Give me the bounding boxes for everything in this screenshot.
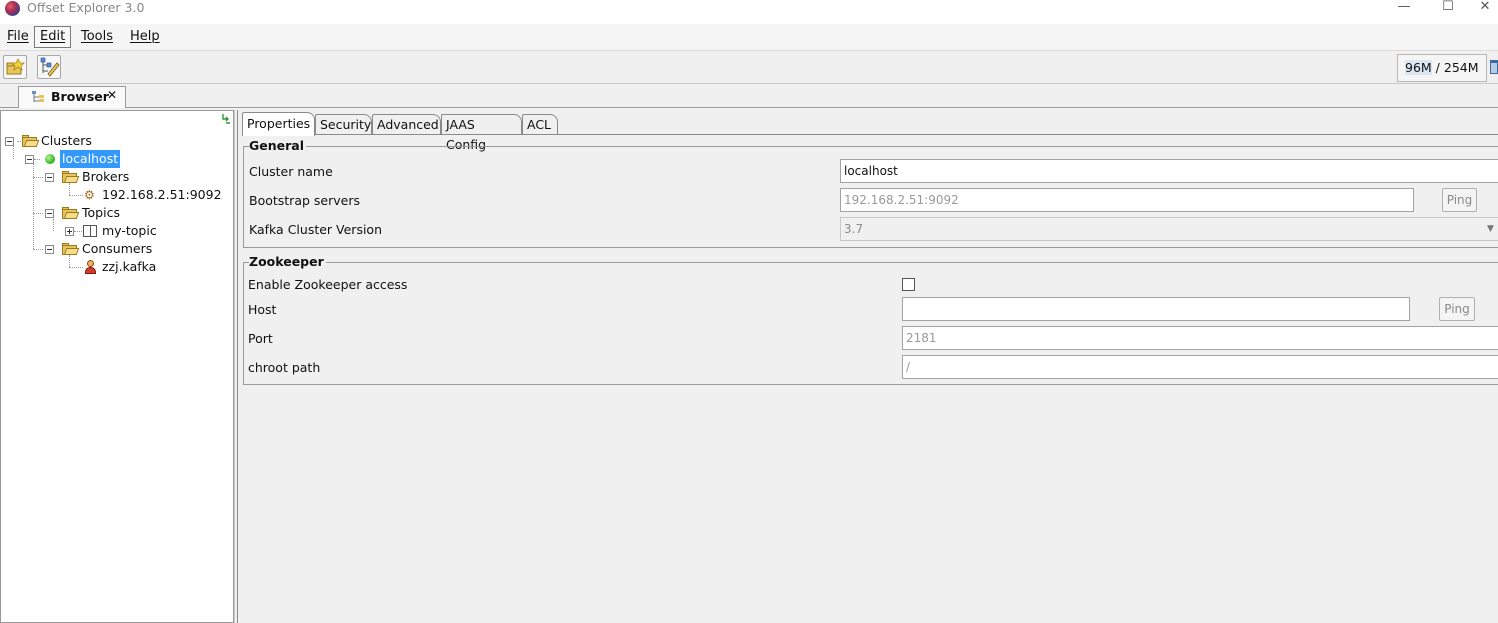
- tree-node-brokers[interactable]: Brokers: [1, 168, 233, 186]
- menu-file-label: File: [7, 29, 29, 44]
- tree-edit-icon: [40, 57, 60, 77]
- add-cluster-button[interactable]: [3, 55, 27, 79]
- collapse-toggle-icon[interactable]: [25, 155, 34, 164]
- zookeeper-port-field[interactable]: 2181: [902, 326, 1498, 350]
- collapse-toggle-icon[interactable]: [45, 245, 54, 254]
- cluster-name-field[interactable]: localhost: [840, 159, 1498, 183]
- tree-label-topic: my-topic: [102, 223, 157, 238]
- collapse-toggle-icon[interactable]: [45, 173, 54, 182]
- tab-acl[interactable]: ACL: [522, 114, 558, 135]
- chroot-path-label: chroot path: [248, 360, 321, 375]
- toolbar: 96M / 254M: [0, 52, 1498, 84]
- general-group-title: General: [249, 138, 306, 153]
- tree-label-brokers: Brokers: [82, 169, 130, 184]
- tree-label-topics: Topics: [82, 205, 120, 220]
- tab-browser[interactable]: Browser ✕: [18, 86, 126, 108]
- memory-total: 254M: [1443, 60, 1479, 75]
- memory-separator: /: [1431, 60, 1444, 75]
- menu-tools[interactable]: Tools: [76, 26, 118, 48]
- menu-bar: File Edit Tools Help: [0, 24, 1498, 51]
- menu-help[interactable]: Help: [125, 26, 165, 48]
- kafka-version-label: Kafka Cluster Version: [249, 222, 382, 237]
- tab-security[interactable]: Security: [315, 114, 372, 135]
- view-tab-strip: Browser ✕: [0, 84, 1498, 108]
- tree-node-topic[interactable]: my-topic: [1, 222, 233, 240]
- zookeeper-port-label: Port: [248, 331, 273, 346]
- tree-node-broker[interactable]: ⚙ 192.168.2.51:9092: [1, 186, 233, 204]
- consumer-user-icon: [84, 260, 96, 274]
- edit-tree-button[interactable]: [37, 55, 61, 79]
- connected-status-icon: [45, 154, 55, 164]
- tab-strip-line: [242, 134, 1498, 135]
- menu-edit[interactable]: Edit: [34, 26, 72, 48]
- minimize-button[interactable]: —: [1384, 0, 1424, 16]
- open-folder-icon: [62, 243, 80, 255]
- tree-label-consumer: zzj.kafka: [102, 259, 157, 274]
- menu-tools-label: Tools: [81, 29, 114, 44]
- window-title: Offset Explorer 3.0: [27, 0, 145, 15]
- app-icon: [5, 1, 20, 16]
- maximize-button[interactable]: ☐: [1428, 0, 1468, 16]
- tree-node-topics[interactable]: Topics: [1, 204, 233, 222]
- tab-jaas-config[interactable]: JAAS Config: [441, 114, 522, 152]
- title-bar: Offset Explorer 3.0 — ☐ ✕: [0, 0, 1498, 24]
- tree-label-broker: 192.168.2.51:9092: [102, 187, 222, 202]
- close-icon[interactable]: ✕: [107, 88, 117, 102]
- bootstrap-ping-button[interactable]: Ping: [1442, 188, 1477, 212]
- tree-node-clusters[interactable]: Clusters: [1, 132, 233, 150]
- menu-help-label: Help: [130, 29, 160, 44]
- zookeeper-host-label: Host: [248, 302, 277, 317]
- open-folder-icon: [62, 171, 80, 183]
- chroot-path-field[interactable]: /: [902, 355, 1498, 379]
- browser-tree-icon: [32, 91, 44, 102]
- tree-label-cluster: localhost: [60, 150, 121, 168]
- tree-label-consumers: Consumers: [82, 241, 153, 256]
- general-group-rule: [243, 146, 1498, 147]
- broker-gear-icon: ⚙: [84, 188, 95, 202]
- zookeeper-ping-button[interactable]: Ping: [1439, 297, 1475, 321]
- tree-label-clusters: Clusters: [41, 133, 92, 148]
- close-button[interactable]: ✕: [1472, 0, 1498, 16]
- kafka-version-value: 3.7: [844, 222, 864, 236]
- open-folder-icon: [62, 207, 80, 219]
- garbage-collect-icon[interactable]: [1490, 60, 1498, 74]
- tab-properties[interactable]: Properties: [242, 112, 315, 136]
- collapse-all-icon[interactable]: [220, 113, 232, 125]
- menu-edit-label: Edit: [40, 29, 66, 44]
- bootstrap-servers-field[interactable]: 192.168.2.51:9092: [840, 188, 1414, 212]
- bootstrap-servers-label: Bootstrap servers: [249, 193, 360, 208]
- zookeeper-host-field[interactable]: [902, 297, 1410, 321]
- tree-node-consumers[interactable]: Consumers: [1, 240, 233, 258]
- memory-used: 96M: [1405, 60, 1432, 75]
- collapse-toggle-icon[interactable]: [45, 209, 54, 218]
- tree-node-consumer[interactable]: zzj.kafka: [1, 258, 233, 276]
- expand-toggle-icon[interactable]: [65, 227, 74, 236]
- topic-book-icon: [83, 225, 97, 237]
- collapse-toggle-icon[interactable]: [5, 137, 14, 146]
- menu-file[interactable]: File: [2, 26, 34, 48]
- zookeeper-group-rule: [243, 262, 1498, 263]
- enable-zookeeper-checkbox[interactable]: [902, 278, 915, 291]
- enable-zookeeper-label: Enable Zookeeper access: [248, 277, 408, 292]
- kafka-version-select[interactable]: 3.7 ▼: [840, 217, 1498, 241]
- tab-advanced[interactable]: Advanced: [372, 114, 441, 135]
- add-cluster-icon: [6, 58, 25, 75]
- chevron-down-icon: ▼: [1487, 224, 1494, 234]
- tree-node-cluster[interactable]: localhost: [1, 150, 233, 168]
- cluster-tree-pane: Clusters localhost Brokers ⚙ 192.168.2.5…: [0, 110, 234, 623]
- open-folder-icon: [22, 135, 40, 147]
- tab-browser-label: Browser: [51, 89, 109, 104]
- cluster-name-label: Cluster name: [249, 164, 333, 179]
- zookeeper-group-title: Zookeeper: [249, 254, 326, 269]
- memory-indicator: 96M / 254M: [1397, 54, 1487, 82]
